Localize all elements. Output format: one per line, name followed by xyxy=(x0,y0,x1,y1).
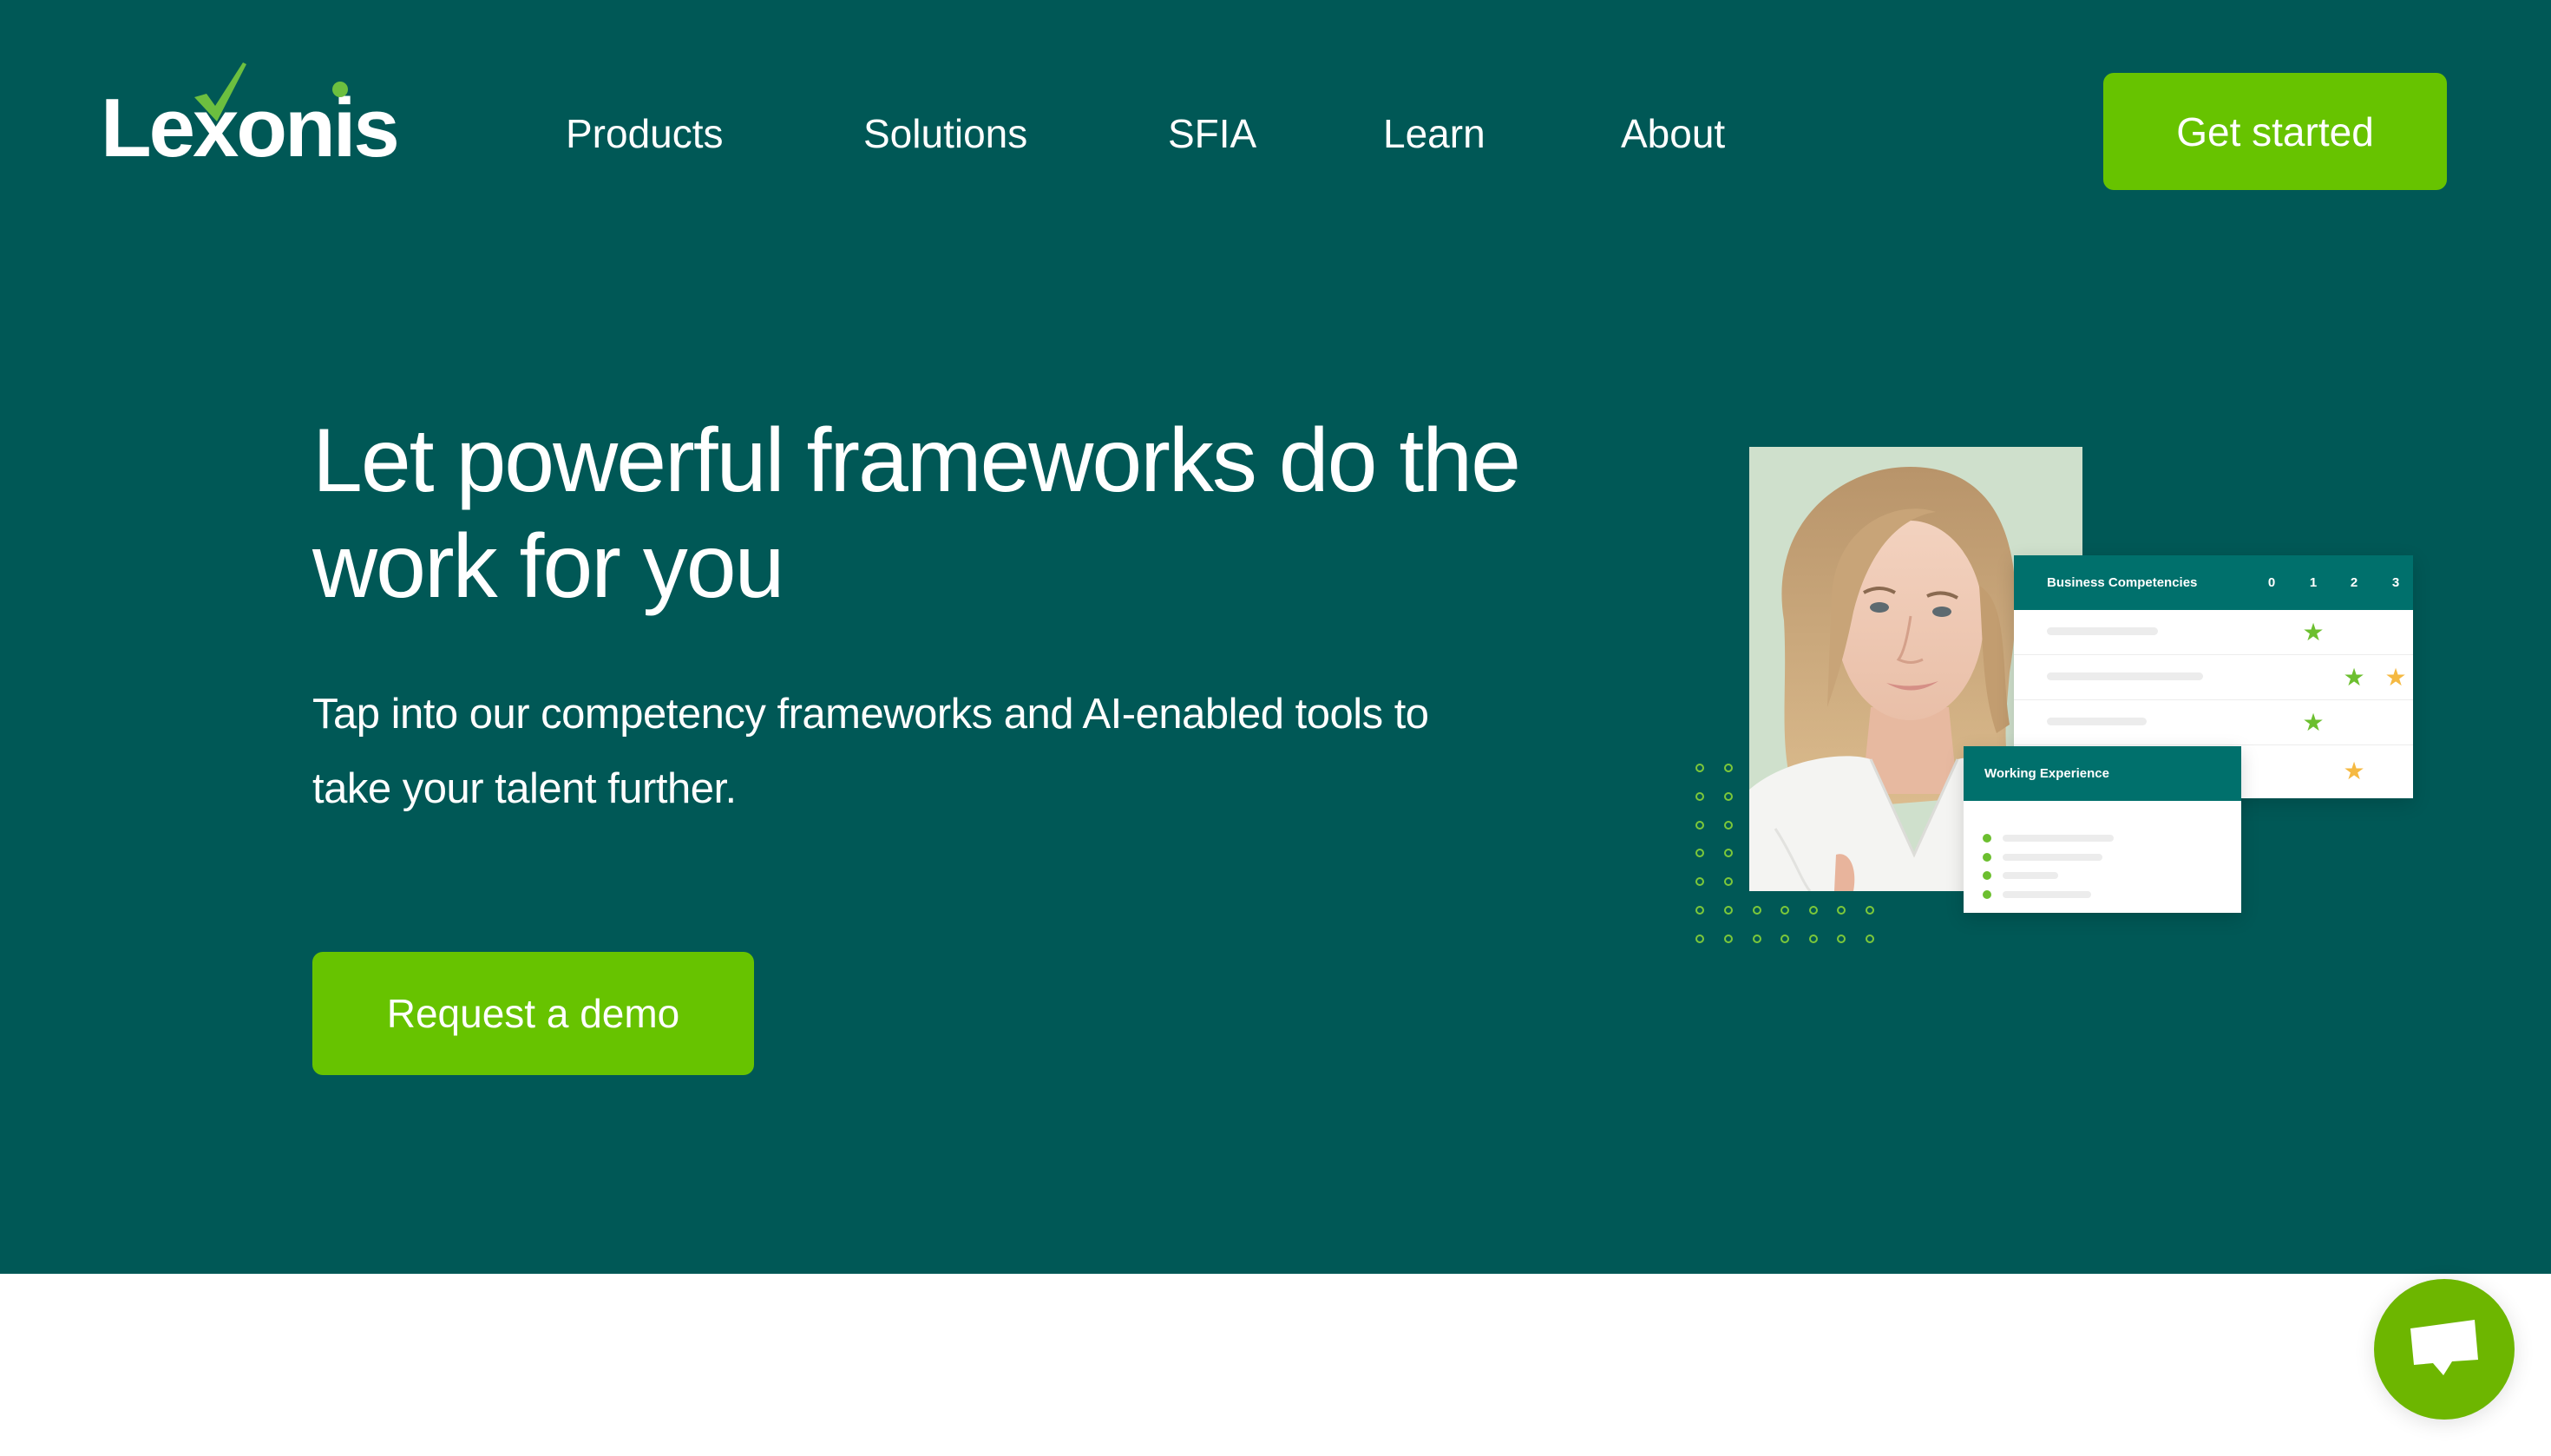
placeholder-bar xyxy=(2047,672,2203,680)
decorative-dot xyxy=(1753,906,1761,915)
lexonis-logo[interactable]: Le x onis xyxy=(101,62,400,174)
level-label: 1 xyxy=(2309,575,2318,590)
bullet-icon xyxy=(1983,871,1991,880)
level-label: 2 xyxy=(2350,575,2358,590)
subtitle-line-1: Tap into our competency frameworks and A… xyxy=(312,691,1429,738)
logo-text-end: onis xyxy=(236,82,399,174)
star-icon: ★ xyxy=(2384,664,2407,691)
decorative-dot xyxy=(1837,935,1846,943)
decorative-dot xyxy=(1695,821,1704,830)
experience-item xyxy=(1964,849,2241,868)
decorative-dot xyxy=(1695,906,1704,915)
experience-card-header: Working Experience xyxy=(1964,746,2241,801)
decorative-dot xyxy=(1780,906,1789,915)
decorative-dot xyxy=(1753,935,1761,943)
nav-sfia[interactable]: SFIA xyxy=(1168,106,1256,161)
placeholder-bar xyxy=(2003,853,2102,861)
bullet-icon xyxy=(1983,889,1991,899)
placeholder-bar xyxy=(2003,872,2058,879)
experience-item xyxy=(1964,867,2241,886)
request-demo-button[interactable]: Request a demo xyxy=(312,952,754,1075)
experience-items xyxy=(1964,801,2241,904)
decorative-dot xyxy=(1866,935,1874,943)
competency-row: ★ xyxy=(2014,610,2413,655)
hero-subtitle: Tap into our competency frameworks and A… xyxy=(312,677,1631,826)
nav-learn[interactable]: Learn xyxy=(1383,106,1485,161)
placeholder-bar xyxy=(2003,890,2091,898)
chat-bubble-icon xyxy=(2410,1320,2478,1375)
decorative-dot xyxy=(1809,935,1818,943)
logo-text-start: Le xyxy=(101,82,195,174)
decorative-dot xyxy=(1695,792,1704,801)
level-label: 3 xyxy=(2391,575,2400,590)
placeholder-bar xyxy=(2003,835,2114,842)
decorative-dot xyxy=(1724,849,1733,857)
decorative-dot xyxy=(1724,906,1733,915)
decorative-dot xyxy=(1724,764,1733,772)
decorative-dot xyxy=(1695,764,1704,772)
decorative-dot xyxy=(1695,877,1704,886)
decorative-dot xyxy=(1695,849,1704,857)
decorative-dot xyxy=(1780,935,1789,943)
bullet-icon xyxy=(1983,852,1991,862)
experience-title: Working Experience xyxy=(1984,766,2109,781)
subtitle-line-2: take your talent further. xyxy=(312,765,737,812)
experience-item xyxy=(1964,886,2241,905)
get-started-button[interactable]: Get started xyxy=(2103,73,2447,190)
chat-button[interactable] xyxy=(2374,1279,2515,1420)
logo-x-check: x xyxy=(193,62,247,170)
headline-line-1: Let powerful frameworks do the xyxy=(312,410,1521,511)
star-icon: ★ xyxy=(2343,664,2365,691)
placeholder-bar xyxy=(2047,718,2147,725)
hero-headline: Let powerful frameworks do the work for … xyxy=(312,408,1614,620)
level-label: 0 xyxy=(2267,575,2276,590)
competencies-title: Business Competencies xyxy=(2047,575,2198,590)
experience-item xyxy=(1964,830,2241,849)
bullet-icon xyxy=(1983,834,1991,843)
star-icon: ★ xyxy=(2343,758,2365,784)
star-icon: ★ xyxy=(2302,709,2325,736)
competency-row: ★ ★ xyxy=(2014,655,2413,700)
star-icon: ★ xyxy=(2302,619,2325,646)
nav-about[interactable]: About xyxy=(1621,106,1725,161)
competency-row: ★ xyxy=(2014,700,2413,745)
decorative-dot xyxy=(1809,906,1818,915)
decorative-dot xyxy=(1724,821,1733,830)
nav-solutions[interactable]: Solutions xyxy=(863,106,1027,161)
decorative-dot xyxy=(1837,906,1846,915)
decorative-dot xyxy=(1724,877,1733,886)
decorative-dot xyxy=(1695,935,1704,943)
logo-green-dot xyxy=(332,82,348,97)
hero-section: Le x onis Products Solutions SFIA Learn … xyxy=(0,0,2551,1274)
decorative-dot xyxy=(1866,906,1874,915)
decorative-dot xyxy=(1724,792,1733,801)
headline-line-2: work for you xyxy=(312,516,784,617)
competencies-card-header: Business Competencies 0 1 2 3 xyxy=(2014,555,2413,610)
decorative-dot xyxy=(1724,935,1733,943)
nav-products[interactable]: Products xyxy=(566,106,724,161)
placeholder-bar xyxy=(2047,627,2158,635)
experience-card: Working Experience xyxy=(1964,746,2241,913)
